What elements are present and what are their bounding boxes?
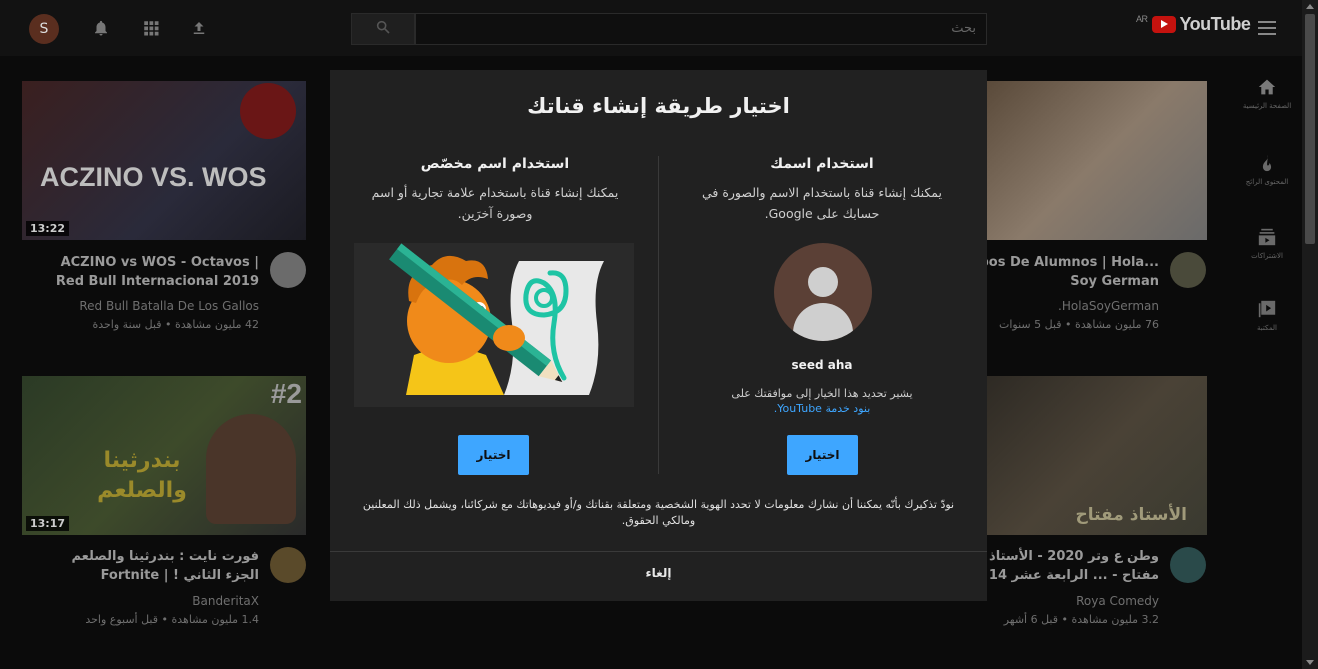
youtube-terms-link[interactable]: بنود خدمة YouTube. [774, 402, 871, 415]
consent-text: يشير تحديد هذا الخيار إلى موافقتك على [731, 387, 913, 400]
scrollbar-thumb[interactable] [1305, 14, 1315, 244]
scroll-up-icon[interactable] [1306, 4, 1314, 9]
option-description: يمكنك إنشاء قناة باستخدام علامة تجارية أ… [371, 185, 619, 221]
option-heading: استخدام اسمك [770, 156, 874, 172]
brand-channel-illustration [354, 243, 634, 407]
cancel-button[interactable]: إلغاء [330, 566, 987, 580]
dialog-title: اختيار طريقة إنشاء قناتك [527, 94, 790, 118]
profile-avatar [774, 243, 872, 341]
terms-consent-text: يشير تحديد هذا الخيار إلى موافقتك على بن… [690, 386, 954, 416]
privacy-notice: نودّ تذكيرك بأنّه يمكننا أن نشارك معلوما… [362, 498, 955, 527]
avatar-body-shape [793, 303, 853, 341]
options-divider [658, 156, 659, 474]
account-name: seed aha [791, 358, 853, 372]
avatar-head-shape [808, 267, 838, 297]
choose-own-name-button[interactable]: اختيار [787, 435, 858, 475]
scroll-down-icon[interactable] [1306, 660, 1314, 665]
custom-name-option: استخدام اسم مخصّص يمكنك إنشاء قناة باستخ… [350, 156, 640, 224]
option-heading: استخدام اسم مخصّص [420, 156, 570, 172]
own-name-option: استخدام اسمك يمكنك إنشاء قناة باستخدام ا… [677, 156, 967, 224]
footer-divider [330, 551, 987, 552]
option-description: يمكنك إنشاء قناة باستخدام الاسم والصورة … [701, 185, 942, 221]
choose-custom-name-button[interactable]: اختيار [458, 435, 529, 475]
page-scrollbar[interactable] [1302, 0, 1318, 669]
create-channel-dialog: اختيار طريقة إنشاء قناتك استخدام اسم مخص… [330, 70, 987, 601]
